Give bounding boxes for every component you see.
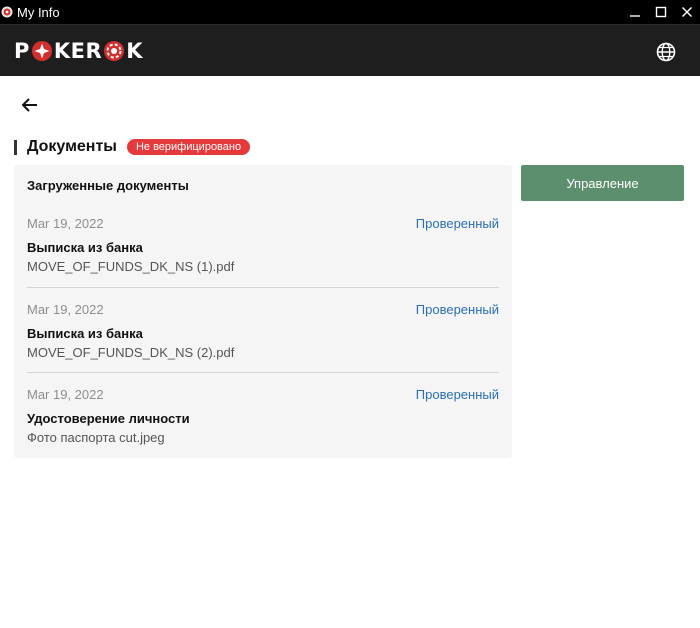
minimize-icon[interactable] (622, 0, 648, 24)
poker-chip-icon (104, 41, 125, 61)
document-filename: Фото паспорта cut.jpeg (27, 430, 165, 445)
window-title: My Info (17, 4, 60, 20)
document-status-link[interactable]: Проверенный (416, 216, 499, 231)
manage-button[interactable]: Управление (521, 165, 684, 201)
document-filename: MOVE_OF_FUNDS_DK_NS (2).pdf (27, 345, 235, 360)
document-item: Mar 19, 2022 Проверенный Выписка из банк… (27, 302, 499, 387)
logo-letter-p: P (14, 39, 30, 63)
poker-chip-icon (31, 41, 52, 61)
document-status-link[interactable]: Проверенный (416, 302, 499, 317)
document-item: Mar 19, 2022 Проверенный Удостоверение л… (27, 387, 499, 472)
maximize-icon[interactable] (648, 0, 674, 24)
document-type: Выписка из банка (27, 326, 143, 341)
document-date: Mar 19, 2022 (27, 387, 104, 402)
verification-status-badge: Не верифицировано (126, 139, 251, 155)
section-title: Документы (27, 138, 117, 155)
pokerok-app-icon (1, 6, 13, 18)
document-type: Удостоверение личности (27, 411, 190, 426)
document-type: Выписка из банка (27, 240, 143, 255)
uploaded-documents-card: Загруженные документы Mar 19, 2022 Прове… (14, 165, 512, 458)
documents-section-header: Документы Не верифицировано (14, 137, 251, 157)
card-title: Загруженные документы (27, 178, 189, 193)
document-date: Mar 19, 2022 (27, 216, 104, 231)
section-accent-bar (14, 139, 17, 155)
document-filename: MOVE_OF_FUNDS_DK_NS (1).pdf (27, 259, 235, 274)
logo-letter-k: K (126, 39, 143, 63)
document-item: Mar 19, 2022 Проверенный Выписка из банк… (27, 216, 499, 301)
divider (27, 287, 499, 288)
app-header: P KER K (0, 24, 700, 76)
pokerok-logo[interactable]: P KER K (14, 39, 143, 63)
window-controls (622, 0, 700, 24)
logo-letters-ker: KER (53, 39, 103, 63)
arrow-left-icon[interactable] (20, 95, 40, 115)
globe-icon[interactable] (656, 42, 676, 62)
document-status-link[interactable]: Проверенный (416, 387, 499, 402)
divider (27, 372, 499, 373)
window-titlebar: My Info (0, 0, 700, 24)
close-icon[interactable] (674, 0, 700, 24)
document-date: Mar 19, 2022 (27, 302, 104, 317)
